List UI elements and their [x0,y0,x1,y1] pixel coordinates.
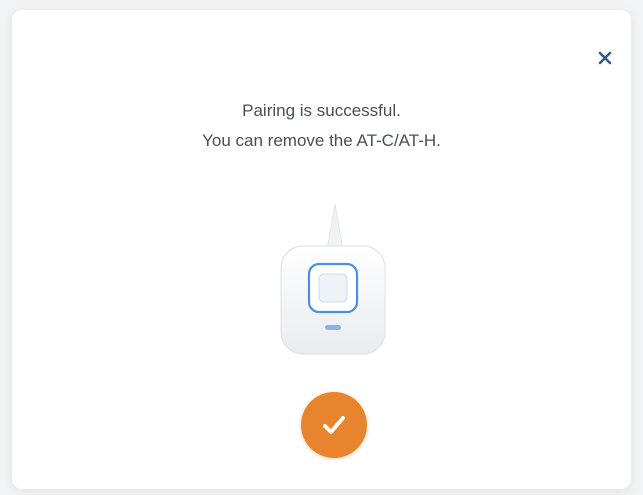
message-line-1: Pairing is successful. [242,101,401,120]
close-icon[interactable] [597,50,613,66]
close-button[interactable] [593,46,617,70]
message: Pairing is successful. You can remove th… [12,96,631,156]
message-line-2: You can remove the AT-C/AT-H. [202,131,441,150]
pairing-device-icon [280,203,386,355]
device-illustration [267,198,397,368]
success-badge [301,392,367,458]
checkmark-icon [323,416,345,434]
pairing-success-dialog: Pairing is successful. You can remove th… [12,10,631,489]
